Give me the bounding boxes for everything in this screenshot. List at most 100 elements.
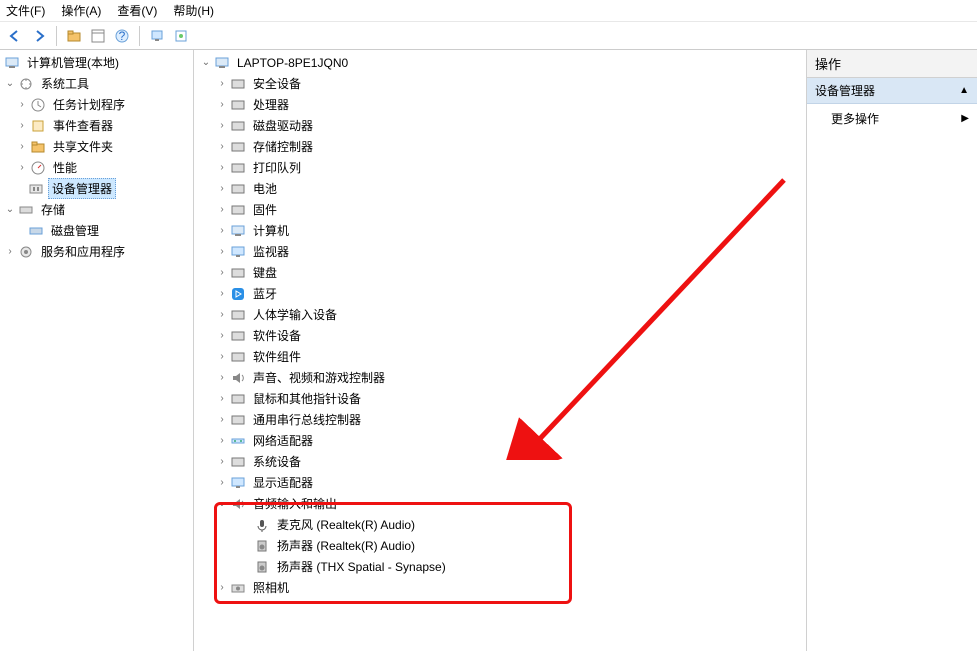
left-storage[interactable]: ⌄ 存储 (0, 199, 193, 220)
center-item-14[interactable]: ›声音、视频和游戏控制器 (194, 367, 806, 388)
chevron-right-icon[interactable]: › (216, 435, 228, 447)
chevron-down-icon[interactable]: ⌄ (216, 498, 228, 510)
services-icon (18, 244, 34, 260)
center-item-2[interactable]: ›磁盘驱动器 (194, 115, 806, 136)
pane-icon (91, 29, 105, 43)
center-item-17[interactable]: ›网络适配器 (194, 430, 806, 451)
chevron-down-icon[interactable]: ⌄ (4, 78, 16, 90)
left-devmgr[interactable]: 设备管理器 (0, 178, 193, 199)
left-task[interactable]: › 任务计划程序 (0, 94, 193, 115)
chevron-right-icon[interactable]: › (216, 309, 228, 321)
network-icon (230, 433, 246, 449)
right-more-label: 更多操作 (831, 110, 879, 127)
left-diskmgr[interactable]: 磁盘管理 (0, 220, 193, 241)
left-pane[interactable]: 计算机管理(本地) ⌄ 系统工具 › 任务计划程序 › 事件查看器 (0, 50, 194, 651)
chevron-right-icon[interactable]: › (4, 246, 16, 258)
computer-icon (4, 55, 20, 71)
left-systools[interactable]: ⌄ 系统工具 (0, 73, 193, 94)
disk-icon (230, 118, 246, 134)
center-root[interactable]: ⌄ LAPTOP-8PE1JQN0 (194, 52, 806, 73)
chevron-right-icon[interactable]: › (216, 288, 228, 300)
center-item-10[interactable]: ›蓝牙 (194, 283, 806, 304)
center-item-12[interactable]: ›软件设备 (194, 325, 806, 346)
center-audio-child-0-label: 麦克风 (Realtek(R) Audio) (274, 515, 418, 534)
firmware-icon (230, 202, 246, 218)
chevron-right-icon[interactable]: › (216, 141, 228, 153)
menu-file[interactable]: 文件(F) (6, 2, 45, 19)
chevron-right-icon[interactable]: › (16, 141, 28, 153)
left-systools-label: 系统工具 (38, 74, 92, 93)
center-audio-group[interactable]: ⌄音频输入和输出 (194, 493, 806, 514)
chevron-right-icon[interactable]: › (216, 120, 228, 132)
tb-btn-2[interactable] (87, 25, 109, 47)
center-item-19[interactable]: ›显示适配器 (194, 472, 806, 493)
center-item-9[interactable]: ›键盘 (194, 262, 806, 283)
toolbar-separator (56, 26, 57, 46)
left-root[interactable]: 计算机管理(本地) (0, 52, 193, 73)
center-item-8[interactable]: ›监视器 (194, 241, 806, 262)
left-services[interactable]: › 服务和应用程序 (0, 241, 193, 262)
center-tree: ⌄ LAPTOP-8PE1JQN0 ›安全设备›处理器›磁盘驱动器›存储控制器›… (194, 52, 806, 598)
tb-btn-4[interactable] (146, 25, 168, 47)
left-shared-label: 共享文件夹 (50, 137, 116, 156)
chevron-right-icon[interactable]: › (16, 99, 28, 111)
center-item-6[interactable]: ›固件 (194, 199, 806, 220)
center-item-7[interactable]: ›计算机 (194, 220, 806, 241)
chevron-right-icon[interactable]: › (216, 225, 228, 237)
center-camera[interactable]: ›照相机 (194, 577, 806, 598)
left-perf[interactable]: › 性能 (0, 157, 193, 178)
menu-help[interactable]: 帮助(H) (173, 2, 214, 19)
right-subheader[interactable]: 设备管理器 ▲ (807, 78, 977, 104)
back-button[interactable] (4, 25, 26, 47)
mic-icon (254, 517, 270, 533)
chevron-right-icon[interactable]: › (216, 351, 228, 363)
chevron-right-icon[interactable]: › (16, 162, 28, 174)
center-item-16[interactable]: ›通用串行总线控制器 (194, 409, 806, 430)
chevron-right-icon[interactable]: › (216, 267, 228, 279)
chevron-down-icon[interactable]: ⌄ (200, 57, 212, 69)
collapse-icon[interactable]: ▲ (959, 85, 969, 96)
tb-btn-1[interactable] (63, 25, 85, 47)
folder-icon (30, 139, 46, 155)
left-services-label: 服务和应用程序 (38, 242, 128, 261)
chevron-right-icon[interactable]: › (216, 204, 228, 216)
center-item-4[interactable]: ›打印队列 (194, 157, 806, 178)
center-item-11[interactable]: ›人体学输入设备 (194, 304, 806, 325)
center-item-18[interactable]: ›系统设备 (194, 451, 806, 472)
chevron-right-icon[interactable]: › (216, 456, 228, 468)
left-shared[interactable]: › 共享文件夹 (0, 136, 193, 157)
center-item-5[interactable]: ›电池 (194, 178, 806, 199)
center-audio-child-0[interactable]: ›麦克风 (Realtek(R) Audio) (194, 514, 806, 535)
tb-btn-5[interactable] (170, 25, 192, 47)
menu-view[interactable]: 查看(V) (117, 2, 157, 19)
chevron-right-icon[interactable]: › (216, 78, 228, 90)
chevron-right-icon[interactable]: › (216, 246, 228, 258)
chevron-right-icon[interactable]: › (216, 372, 228, 384)
center-item-3[interactable]: ›存储控制器 (194, 136, 806, 157)
chevron-right-icon[interactable]: › (216, 162, 228, 174)
left-perf-label: 性能 (50, 158, 80, 177)
tb-btn-3[interactable]: ? (111, 25, 133, 47)
center-audio-child-2[interactable]: ›扬声器 (THX Spatial - Synapse) (194, 556, 806, 577)
chevron-right-icon[interactable]: › (216, 582, 228, 594)
left-event[interactable]: › 事件查看器 (0, 115, 193, 136)
center-audio-child-1[interactable]: ›扬声器 (Realtek(R) Audio) (194, 535, 806, 556)
chevron-right-icon[interactable]: › (216, 414, 228, 426)
forward-button[interactable] (28, 25, 50, 47)
chevron-right-icon[interactable]: › (216, 99, 228, 111)
storagectl-icon (230, 139, 246, 155)
chevron-right-icon[interactable]: › (216, 477, 228, 489)
speaker-icon (254, 559, 270, 575)
chevron-right-icon[interactable]: › (216, 393, 228, 405)
chevron-right-icon[interactable]: › (16, 120, 28, 132)
center-item-13[interactable]: ›软件组件 (194, 346, 806, 367)
chevron-right-icon[interactable]: › (216, 330, 228, 342)
center-item-1[interactable]: ›处理器 (194, 94, 806, 115)
center-item-0[interactable]: ›安全设备 (194, 73, 806, 94)
center-pane[interactable]: ⌄ LAPTOP-8PE1JQN0 ›安全设备›处理器›磁盘驱动器›存储控制器›… (194, 50, 807, 651)
menu-operate[interactable]: 操作(A) (61, 2, 101, 19)
center-item-15[interactable]: ›鼠标和其他指针设备 (194, 388, 806, 409)
chevron-down-icon[interactable]: ⌄ (4, 204, 16, 216)
right-more-actions[interactable]: 更多操作 ▶ (807, 104, 977, 133)
chevron-right-icon[interactable]: › (216, 183, 228, 195)
